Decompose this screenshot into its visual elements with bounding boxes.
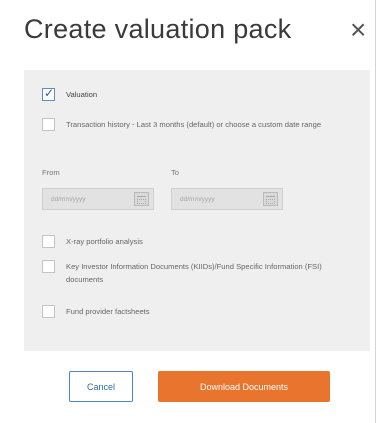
kiids-checkbox[interactable] (42, 260, 55, 273)
calendar-icon[interactable] (263, 192, 278, 206)
option-valuation[interactable]: ✓ Valuation (42, 86, 98, 101)
option-label: Transaction history - Last 3 months (def… (66, 120, 322, 129)
from-date-placeholder: dd/mm/yyyy (51, 196, 86, 203)
option-xray[interactable]: X-ray portfolio analysis (42, 235, 143, 248)
option-transaction-history[interactable]: Transaction history - Last 3 months (def… (42, 118, 352, 131)
checkmark-icon: ✓ (44, 86, 55, 100)
options-panel: ✓ Valuation Transaction history - Last 3… (24, 70, 370, 351)
create-valuation-pack-dialog: Create valuation pack × ✓ Valuation Tran… (0, 0, 376, 423)
to-date-placeholder: dd/mm/yyyy (180, 196, 215, 203)
calendar-icon[interactable] (134, 192, 149, 206)
option-label: Valuation (66, 90, 98, 99)
close-icon[interactable]: × (350, 16, 366, 44)
option-kiids[interactable]: Key Investor Information Documents (KIID… (42, 260, 352, 286)
cancel-button[interactable]: Cancel (69, 371, 133, 402)
to-label: To (171, 168, 180, 177)
option-factsheets[interactable]: Fund provider factsheets (42, 305, 150, 318)
transaction-history-checkbox[interactable] (42, 118, 55, 131)
option-label: Key Investor Information Documents (KIID… (66, 262, 322, 284)
download-documents-button[interactable]: Download Documents (158, 371, 330, 402)
factsheets-checkbox[interactable] (42, 305, 55, 318)
option-label: X-ray portfolio analysis (66, 237, 143, 246)
option-label: Fund provider factsheets (66, 307, 150, 316)
xray-checkbox[interactable] (42, 235, 55, 248)
to-date-field[interactable]: dd/mm/yyyy (171, 188, 283, 210)
from-label: From (42, 168, 60, 177)
from-date-field[interactable]: dd/mm/yyyy (42, 188, 154, 210)
dialog-title: Create valuation pack (24, 14, 292, 44)
valuation-checkbox[interactable]: ✓ (42, 86, 55, 101)
